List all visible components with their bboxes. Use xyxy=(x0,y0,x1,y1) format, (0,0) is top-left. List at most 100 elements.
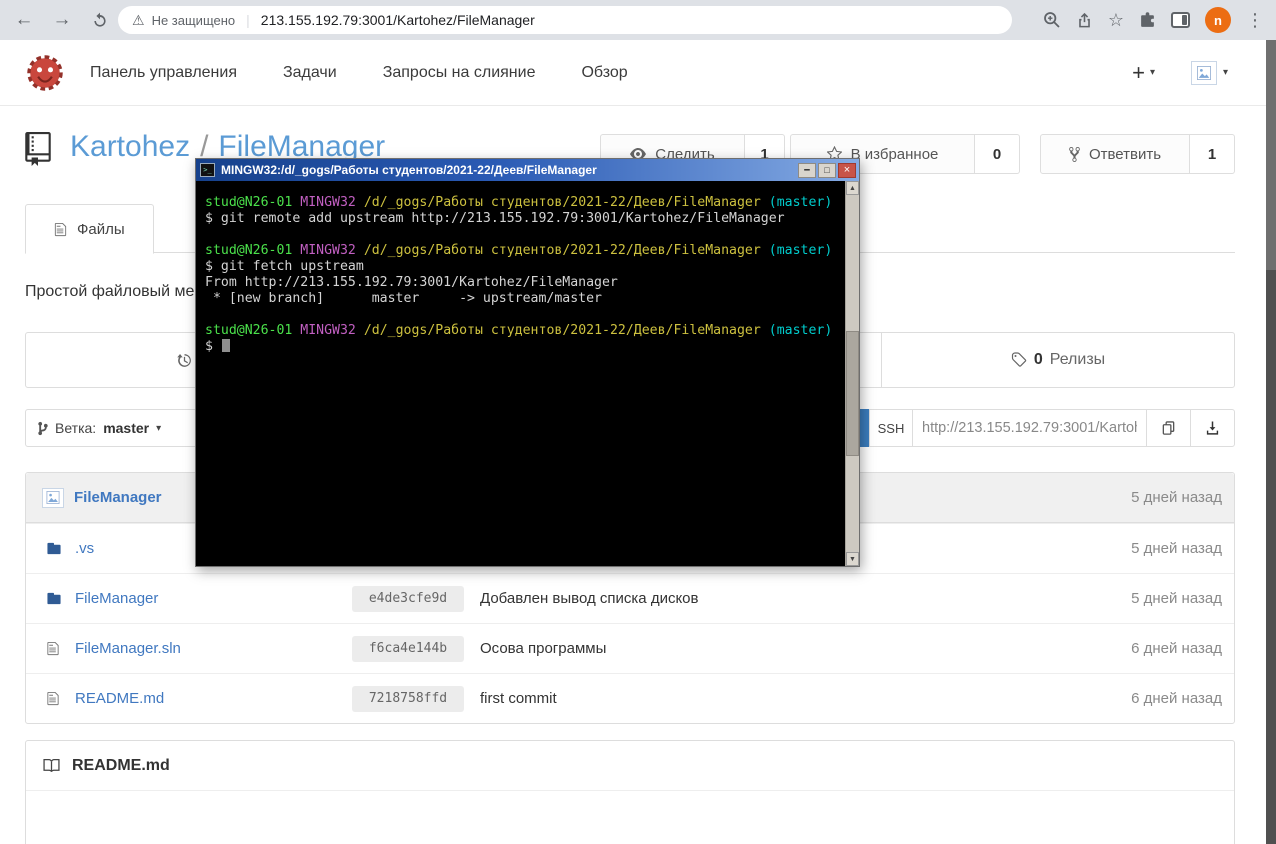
terminal-minimize-button[interactable]: ━ xyxy=(798,162,816,178)
extensions-icon[interactable] xyxy=(1139,11,1156,29)
copy-button[interactable] xyxy=(1146,409,1191,447)
terminal-icon: >_ xyxy=(200,163,215,177)
browser-menu-icon[interactable]: ⋮ xyxy=(1246,10,1264,31)
terminal-output-line: From http://213.155.192.79:3001/Kartohez… xyxy=(205,275,618,290)
terminal-output[interactable]: stud@N26-01 MINGW32 /d/_gogs/Работы студ… xyxy=(196,181,845,566)
fork-button-group: Ответвить 1 xyxy=(1040,134,1235,174)
file-age: 6 дней назад xyxy=(1131,690,1222,707)
table-row: FileManager e4de3cfe9d Добавлен вывод сп… xyxy=(26,573,1234,623)
scroll-down-arrow[interactable]: ▼ xyxy=(846,552,859,566)
share-icon[interactable] xyxy=(1076,12,1093,29)
commit-hash[interactable]: e4de3cfe9d xyxy=(352,585,464,612)
commit-message-link[interactable]: Добавлен вывод списка дисков xyxy=(480,590,699,607)
chevron-down-icon: ▾ xyxy=(1149,67,1155,78)
file-age: 5 дней назад xyxy=(1131,590,1222,607)
tab-files[interactable]: Файлы xyxy=(25,204,154,254)
clone-url-input[interactable] xyxy=(912,409,1147,447)
readme-header: README.md xyxy=(26,741,1234,791)
terminal-prompt-line: stud@N26-01 MINGW32 /d/_gogs/Работы студ… xyxy=(205,195,833,210)
user-avatar xyxy=(1190,60,1217,85)
fork-button[interactable]: Ответвить xyxy=(1040,134,1190,174)
commit-hash[interactable]: f6ca4e144b xyxy=(352,635,464,662)
file-age: 5 дней назад xyxy=(1131,540,1222,557)
committer-avatar xyxy=(42,487,64,508)
user-menu[interactable]: ▾ xyxy=(1190,60,1228,85)
repo-book-icon xyxy=(25,132,51,166)
gogs-navbar: Панель управления Задачи Запросы на слия… xyxy=(0,40,1276,106)
terminal-title: MINGW32:/d/_gogs/Работы студентов/2021-2… xyxy=(221,163,597,177)
not-secure-icon: ⚠ xyxy=(132,11,145,28)
bookmark-star-icon[interactable]: ☆ xyxy=(1108,10,1124,31)
branch-name: master xyxy=(103,420,150,436)
folder-icon xyxy=(46,541,63,556)
browser-toolbar: ← → ⚠ Не защищено | 213.155.192.79:3001/… xyxy=(0,0,1276,40)
fork-count[interactable]: 1 xyxy=(1190,134,1235,174)
file-link[interactable]: README.md xyxy=(75,690,352,707)
repo-owner-link[interactable]: Kartohez xyxy=(70,130,190,163)
gogs-logo[interactable] xyxy=(26,54,64,92)
scrollbar-thumb[interactable] xyxy=(1266,40,1276,270)
create-new-button[interactable]: + ▾ xyxy=(1132,61,1155,83)
url-text: 213.155.192.79:3001/Kartohez/FileManager xyxy=(260,12,535,28)
terminal-output-line: * [new branch] master -> upstream/master xyxy=(205,291,602,306)
terminal-prompt-line: stud@N26-01 MINGW32 /d/_gogs/Работы студ… xyxy=(205,243,833,258)
star-count[interactable]: 0 xyxy=(975,134,1020,174)
file-icon xyxy=(46,691,63,706)
page-scrollbar[interactable] xyxy=(1266,40,1276,844)
profile-avatar[interactable]: n xyxy=(1205,7,1231,33)
security-label: Не защищено xyxy=(151,12,236,28)
readme-title: README.md xyxy=(72,756,170,774)
branch-selector[interactable]: Ветка: master ▾ xyxy=(25,409,211,447)
ssh-clone-button[interactable]: SSH xyxy=(869,409,913,447)
side-panel-icon[interactable] xyxy=(1171,12,1190,28)
releases-label: Релизы xyxy=(1049,351,1106,368)
scroll-up-arrow[interactable]: ▲ xyxy=(846,181,859,195)
branch-label: Ветка: xyxy=(55,420,97,436)
page: ← → ⚠ Не защищено | 213.155.192.79:3001/… xyxy=(0,0,1276,844)
file-link[interactable]: FileManager xyxy=(75,590,352,607)
latest-commit-age: 5 дней назад xyxy=(1131,489,1222,506)
file-age: 6 дней назад xyxy=(1131,640,1222,657)
browser-back-button[interactable]: ← xyxy=(10,6,38,34)
terminal-command-line: $ git fetch upstream xyxy=(205,259,364,274)
commit-message-link[interactable]: Осова программы xyxy=(480,640,606,657)
folder-icon xyxy=(46,591,63,606)
terminal-window[interactable]: >_ MINGW32:/d/_gogs/Работы студентов/202… xyxy=(195,158,860,567)
table-row: README.md 7218758ffd first commit 6 дней… xyxy=(26,673,1234,723)
nav-item-pull-requests[interactable]: Запросы на слияние xyxy=(383,64,536,82)
terminal-maximize-button[interactable]: □ xyxy=(818,162,836,178)
branch-icon xyxy=(38,421,48,435)
copy-icon xyxy=(1162,421,1175,435)
chevron-down-icon: ▾ xyxy=(1222,67,1228,78)
book-icon xyxy=(42,757,61,774)
nav-item-explore[interactable]: Обзор xyxy=(581,64,627,82)
readme-section: README.md xyxy=(25,740,1235,844)
terminal-command-line: $ git remote add upstream http://213.155… xyxy=(205,211,785,226)
browser-forward-button[interactable]: → xyxy=(48,6,76,34)
table-row: FileManager.sln f6ca4e144b Осова програм… xyxy=(26,623,1234,673)
download-button[interactable] xyxy=(1190,409,1235,447)
terminal-close-button[interactable]: × xyxy=(838,162,856,178)
address-divider: | xyxy=(246,12,250,28)
committer-name-link[interactable]: FileManager xyxy=(74,489,162,506)
terminal-cursor xyxy=(221,339,230,352)
chevron-down-icon: ▾ xyxy=(156,422,162,434)
nav-item-dashboard[interactable]: Панель управления xyxy=(90,64,237,82)
terminal-prompt-line: stud@N26-01 MINGW32 /d/_gogs/Работы студ… xyxy=(205,323,833,338)
terminal-scroll-thumb[interactable] xyxy=(846,331,859,456)
commit-hash[interactable]: 7218758ffd xyxy=(352,685,464,712)
releases-stat[interactable]: 0 Релизы xyxy=(881,333,1234,387)
file-icon xyxy=(46,641,63,656)
address-bar[interactable]: ⚠ Не защищено | 213.155.192.79:3001/Kart… xyxy=(118,6,1012,34)
commit-message-link[interactable]: first commit xyxy=(480,690,557,707)
file-link[interactable]: FileManager.sln xyxy=(75,640,352,657)
browser-refresh-button[interactable] xyxy=(86,6,114,34)
terminal-titlebar[interactable]: >_ MINGW32:/d/_gogs/Работы студентов/202… xyxy=(196,159,859,181)
nav-item-issues[interactable]: Задачи xyxy=(283,64,337,82)
download-icon xyxy=(1206,421,1219,435)
terminal-scrollbar[interactable]: ▲ ▼ xyxy=(845,181,859,566)
zoom-icon[interactable] xyxy=(1043,11,1061,29)
terminal-input-line: $ xyxy=(205,339,845,355)
